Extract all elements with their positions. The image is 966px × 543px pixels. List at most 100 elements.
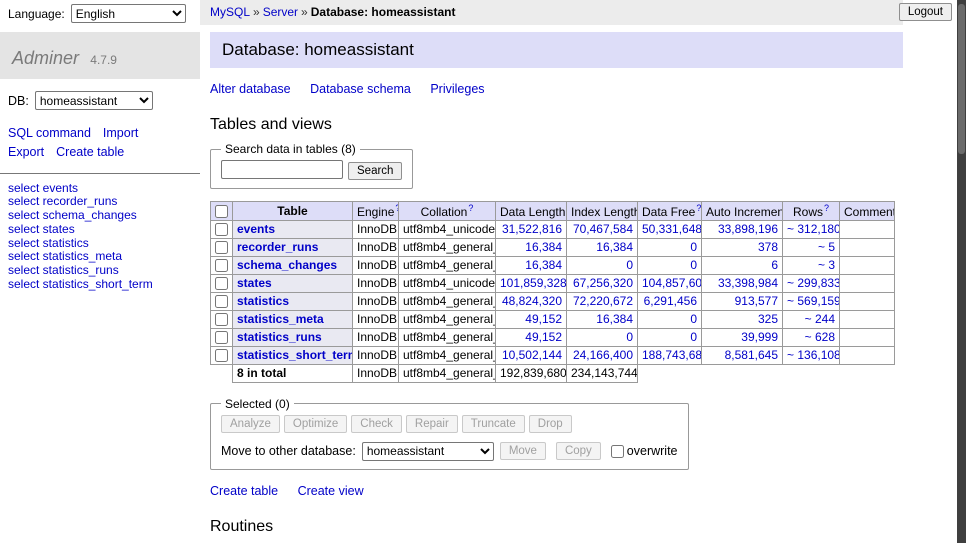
index-length-link[interactable]: 16,384	[596, 312, 633, 326]
sidebar-link-select-recorder_runs[interactable]: select recorder_runs	[8, 195, 200, 208]
index-length-link[interactable]: 67,256,320	[573, 276, 633, 290]
rows-link[interactable]: ~ 312,180	[787, 222, 840, 236]
row-checkbox-statistics_runs[interactable]	[215, 331, 228, 344]
auto-increment-link[interactable]: 6	[771, 258, 778, 272]
table-name-link-statistics_runs[interactable]: statistics_runs	[237, 330, 322, 344]
data-length-link[interactable]: 49,152	[525, 330, 562, 344]
rows-link[interactable]: ~ 5	[818, 240, 835, 254]
table-name-link-recorder_runs[interactable]: recorder_runs	[237, 240, 318, 254]
sidebar-link-select-statistics[interactable]: select statistics	[8, 237, 200, 250]
check-button[interactable]: Check	[351, 415, 402, 433]
create-table-link[interactable]: Create table	[210, 484, 278, 498]
rows-link[interactable]: ~ 136,108	[787, 348, 840, 362]
drop-button[interactable]: Drop	[529, 415, 572, 433]
table-name-link-events[interactable]: events	[237, 222, 275, 236]
move-database-select[interactable]: homeassistant	[362, 442, 494, 461]
sidebar-link-select-states[interactable]: select states	[8, 223, 200, 236]
db-select[interactable]: homeassistant	[35, 91, 153, 110]
search-button[interactable]: Search	[348, 162, 402, 180]
rows-link[interactable]: ~ 3	[818, 258, 835, 272]
table-name-link-statistics_meta[interactable]: statistics_meta	[237, 312, 324, 326]
help-icon[interactable]: ?	[824, 203, 829, 213]
table-name-link-states[interactable]: states	[237, 276, 272, 290]
data-length-link[interactable]: 101,859,328	[500, 276, 567, 290]
alter-database-link[interactable]: Alter database	[210, 82, 291, 96]
app-name-link[interactable]: Adminer	[12, 48, 79, 68]
overwrite-checkbox[interactable]	[611, 445, 624, 458]
index-length-link[interactable]: 0	[626, 330, 633, 344]
data-length-link[interactable]: 16,384	[525, 240, 562, 254]
logout-button[interactable]: Logout	[899, 3, 952, 21]
rows-link[interactable]: ~ 569,159	[787, 294, 840, 308]
rows-link[interactable]: ~ 628	[805, 330, 835, 344]
index-length-link[interactable]: 70,467,584	[573, 222, 633, 236]
row-checkbox-statistics_meta[interactable]	[215, 313, 228, 326]
help-icon[interactable]: ?	[468, 203, 473, 213]
data-length-cell: 49,152	[496, 328, 567, 346]
sidebar-link-select-statistics_short_term[interactable]: select statistics_short_term	[8, 278, 200, 291]
analyze-button[interactable]: Analyze	[221, 415, 280, 433]
data-length-link[interactable]: 49,152	[525, 312, 562, 326]
row-checkbox-recorder_runs[interactable]	[215, 241, 228, 254]
rows-link[interactable]: ~ 299,833	[787, 276, 840, 290]
comment-cell	[840, 310, 895, 328]
data-free-link[interactable]: 188,743,680	[642, 348, 702, 362]
select-all-checkbox[interactable]	[215, 205, 228, 218]
data-free-link[interactable]: 104,857,600	[642, 276, 702, 290]
sidebar-link-select-events[interactable]: select events	[8, 182, 200, 195]
auto-increment-link[interactable]: 8,581,645	[725, 348, 778, 362]
language-label: Language:	[8, 7, 65, 21]
privileges-link[interactable]: Privileges	[430, 82, 484, 96]
language-select[interactable]: English	[71, 4, 186, 23]
table-name-link-statistics_short_term[interactable]: statistics_short_term	[237, 348, 353, 362]
import-link[interactable]: Import	[103, 126, 138, 140]
row-checkbox-schema_changes[interactable]	[215, 259, 228, 272]
data-free-link[interactable]: 0	[690, 312, 697, 326]
auto-increment-link[interactable]: 378	[758, 240, 778, 254]
table-name-link-statistics[interactable]: statistics	[237, 294, 289, 308]
create-table-sidebar-link[interactable]: Create table	[56, 145, 124, 159]
breadcrumb-server-link[interactable]: Server	[263, 5, 298, 19]
index-length-link[interactable]: 0	[626, 258, 633, 272]
scrollbar[interactable]	[957, 0, 966, 543]
table-name-link-schema_changes[interactable]: schema_changes	[237, 258, 337, 272]
optimize-button[interactable]: Optimize	[284, 415, 347, 433]
row-checkbox-statistics_short_term[interactable]	[215, 349, 228, 362]
data-length-link[interactable]: 16,384	[525, 258, 562, 272]
copy-button[interactable]: Copy	[556, 442, 601, 460]
export-link[interactable]: Export	[8, 145, 44, 159]
data-free-link[interactable]: 50,331,648	[642, 222, 702, 236]
help-icon[interactable]: ?	[696, 203, 701, 213]
data-length-link[interactable]: 10,502,144	[502, 348, 562, 362]
auto-increment-link[interactable]: 325	[758, 312, 778, 326]
create-view-link[interactable]: Create view	[298, 484, 364, 498]
index-length-link[interactable]: 72,220,672	[573, 294, 633, 308]
data-free-link[interactable]: 0	[690, 330, 697, 344]
sidebar-link-select-schema_changes[interactable]: select schema_changes	[8, 209, 200, 222]
truncate-button[interactable]: Truncate	[462, 415, 525, 433]
sidebar-link-select-statistics_meta[interactable]: select statistics_meta	[8, 250, 200, 263]
repair-button[interactable]: Repair	[406, 415, 458, 433]
database-schema-link[interactable]: Database schema	[310, 82, 411, 96]
auto-increment-link[interactable]: 33,398,984	[718, 276, 778, 290]
auto-increment-link[interactable]: 33,898,196	[718, 222, 778, 236]
index-length-link[interactable]: 24,166,400	[573, 348, 633, 362]
scrollbar-thumb[interactable]	[958, 4, 965, 154]
row-checkbox-statistics[interactable]	[215, 295, 228, 308]
sidebar-link-select-statistics_runs[interactable]: select statistics_runs	[8, 264, 200, 277]
data-free-link[interactable]: 6,291,456	[644, 294, 697, 308]
auto-increment-link[interactable]: 39,999	[741, 330, 778, 344]
row-checkbox-events[interactable]	[215, 223, 228, 236]
data-free-link[interactable]: 0	[690, 258, 697, 272]
search-input[interactable]	[221, 160, 343, 179]
sql-command-link[interactable]: SQL command	[8, 126, 91, 140]
breadcrumb-mysql-link[interactable]: MySQL	[210, 5, 250, 19]
rows-link[interactable]: ~ 244	[805, 312, 835, 326]
data-length-link[interactable]: 48,824,320	[502, 294, 562, 308]
index-length-link[interactable]: 16,384	[596, 240, 633, 254]
data-free-link[interactable]: 0	[690, 240, 697, 254]
move-button[interactable]: Move	[500, 442, 546, 460]
data-length-link[interactable]: 31,522,816	[502, 222, 562, 236]
row-checkbox-states[interactable]	[215, 277, 228, 290]
auto-increment-link[interactable]: 913,577	[735, 294, 778, 308]
